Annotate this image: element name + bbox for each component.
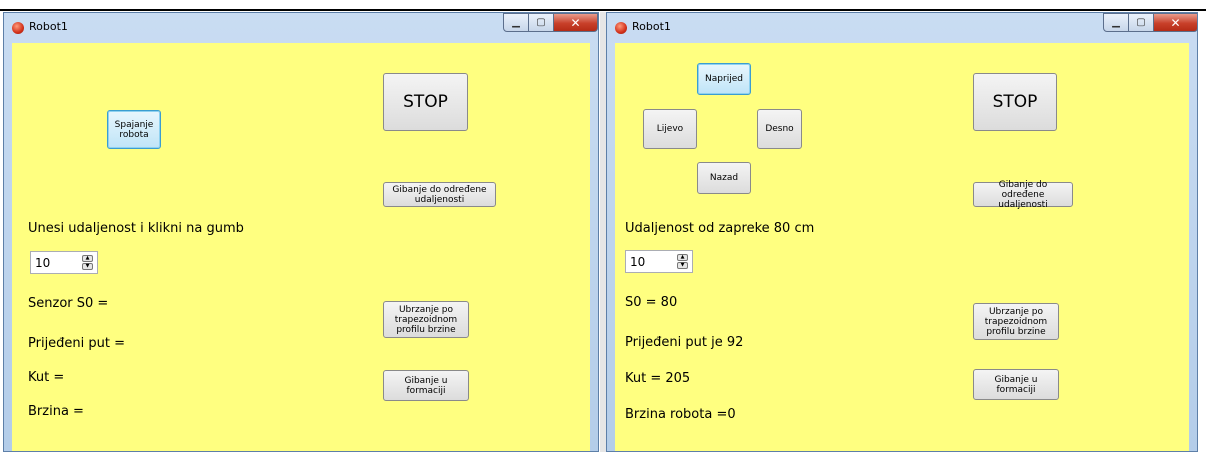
robot-app-icon (12, 22, 24, 34)
robot-app-icon (615, 22, 627, 34)
maximize-icon: ▢ (536, 17, 546, 28)
spin-value: 10 (630, 255, 646, 269)
minimize-button[interactable]: ▁ (503, 13, 529, 32)
close-button[interactable]: ✕ (1154, 13, 1197, 32)
stop-button[interactable]: STOP (383, 73, 468, 131)
angle-label: Kut = (28, 370, 65, 385)
arrow-up-icon[interactable]: ▲ (82, 255, 93, 262)
minimize-icon: ▁ (1112, 17, 1120, 28)
prompt-label: Unesi udaljenost i klikni na gumb (28, 221, 244, 236)
connect-robot-button[interactable]: Spajanje robota (107, 110, 161, 149)
title-bar: Robot1 ▁ ▢ ✕ (607, 13, 1197, 43)
client-area: Spajanje robota STOP Gibanje do određene… (12, 43, 590, 451)
minimize-button[interactable]: ▁ (1103, 13, 1129, 32)
maximize-button[interactable]: ▢ (529, 13, 554, 32)
speed-label: Brzina = (28, 404, 84, 419)
close-icon: ✕ (570, 15, 581, 30)
back-button[interactable]: Nazad (697, 162, 751, 194)
minimize-icon: ▁ (512, 17, 520, 28)
client-area: Naprijed Lijevo Desno Nazad STOP Gibanje… (615, 43, 1189, 451)
arrow-down-icon[interactable]: ▼ (82, 263, 93, 270)
formation-button[interactable]: Gibanje u formaciji (973, 369, 1059, 400)
close-button[interactable]: ✕ (554, 13, 598, 32)
distance-spinbox[interactable]: 10 ▲ ▼ (30, 251, 98, 274)
trapezoid-profile-button[interactable]: Ubrzanje po trapezoidnom profilu brzine (973, 303, 1059, 340)
stop-button[interactable]: STOP (973, 73, 1057, 131)
speed-label: Brzina robota =0 (625, 407, 736, 422)
distance-travelled-label: Prijeđeni put je 92 (625, 335, 744, 350)
sensor-label: S0 = 80 (625, 295, 678, 310)
spin-value: 10 (35, 256, 51, 270)
top-divider-line (0, 9, 1206, 11)
obstacle-distance-label: Udaljenost od zapreke 80 cm (625, 221, 815, 236)
robot-window-right: Robot1 ▁ ▢ ✕ Naprijed Lijevo Desno Nazad… (606, 12, 1198, 452)
formation-button[interactable]: Gibanje u formaciji (383, 370, 469, 401)
right-button[interactable]: Desno (757, 109, 802, 149)
close-icon: ✕ (1170, 15, 1181, 30)
trapezoid-profile-button[interactable]: Ubrzanje po trapezoidnom profilu brzine (383, 301, 469, 338)
window-title: Robot1 (29, 20, 68, 33)
left-button[interactable]: Lijevo (643, 109, 697, 149)
window-title: Robot1 (632, 20, 671, 33)
arrow-down-icon[interactable]: ▼ (677, 262, 688, 269)
move-to-distance-button[interactable]: Gibanje do određene udaljenosti (383, 182, 496, 207)
maximize-button[interactable]: ▢ (1129, 13, 1154, 32)
distance-travelled-label: Prijeđeni put = (28, 336, 126, 351)
robot-window-left: Robot1 ▁ ▢ ✕ Spajanje robota STOP Gibanj… (3, 12, 599, 452)
forward-button[interactable]: Naprijed (697, 63, 751, 95)
arrow-up-icon[interactable]: ▲ (677, 254, 688, 261)
sensor-label: Senzor S0 = (28, 296, 109, 311)
distance-spinbox[interactable]: 10 ▲ ▼ (625, 250, 693, 273)
maximize-icon: ▢ (1136, 17, 1146, 28)
title-bar: Robot1 ▁ ▢ ✕ (4, 13, 598, 43)
angle-label: Kut = 205 (625, 371, 691, 386)
move-to-distance-button[interactable]: Gibanje do određene udaljenosti (973, 180, 1073, 210)
